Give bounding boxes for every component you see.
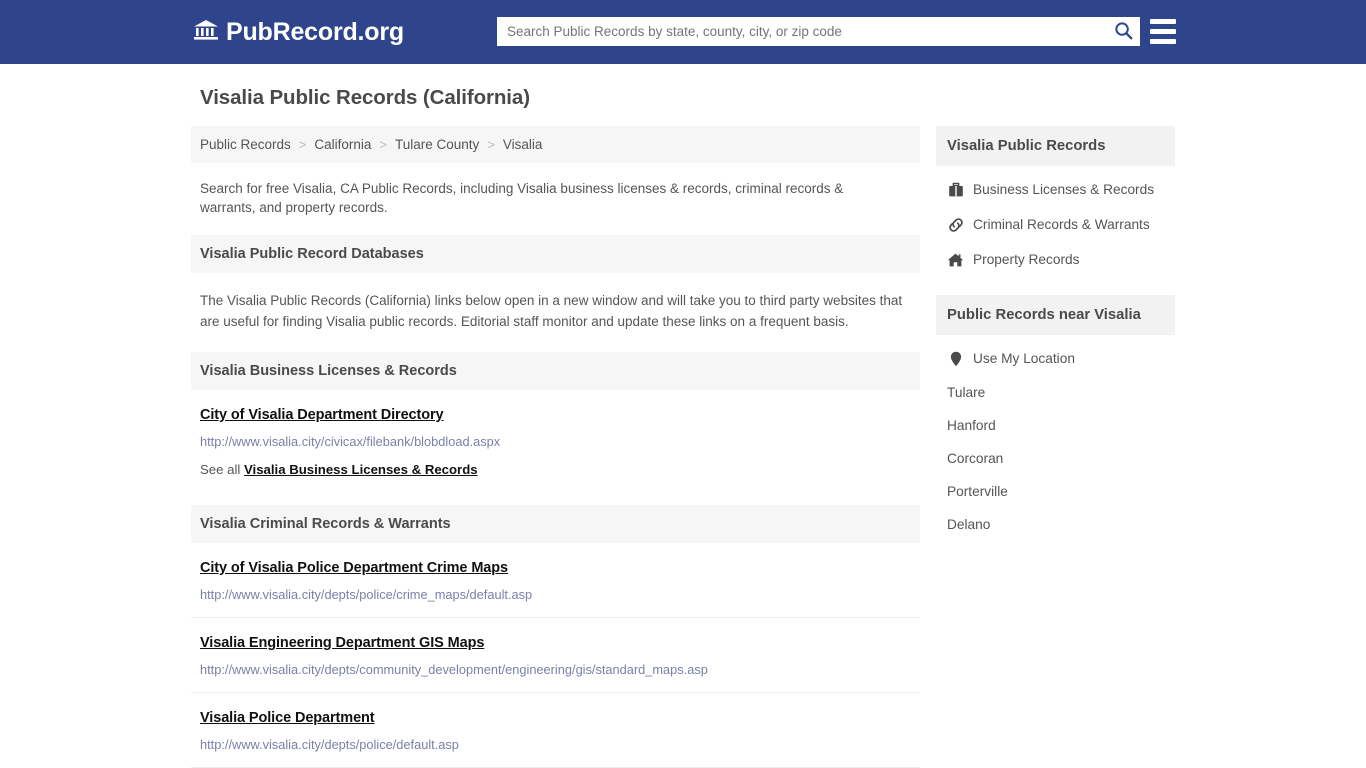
- briefcase-icon: [947, 181, 964, 198]
- search-input[interactable]: [497, 17, 1106, 46]
- sidebar-item-label: Corcoran: [947, 451, 1004, 466]
- breadcrumb-item-public-records[interactable]: Public Records: [200, 137, 291, 152]
- hamburger-menu-icon[interactable]: [1150, 19, 1176, 44]
- sidebar-heading-public-records-near-visalia: Public Records near Visalia: [936, 295, 1175, 335]
- see-all-link[interactable]: Visalia Business Licenses & Records: [244, 462, 478, 477]
- breadcrumb-separator-icon: >: [487, 137, 495, 152]
- search-icon: [1114, 21, 1133, 43]
- map-pin-icon: [947, 350, 964, 367]
- sidebar: Visalia Public Records Business Licenses…: [936, 86, 1175, 541]
- search-submit-button[interactable]: [1106, 17, 1140, 46]
- sidebar-item-corcoran[interactable]: Corcoran: [936, 442, 1175, 475]
- link-entry: Visalia Engineering Department GIS Maps …: [191, 618, 920, 693]
- sidebar-item-label: Business Licenses & Records: [973, 182, 1155, 197]
- sidebar-item-business-licenses[interactable]: Business Licenses & Records: [936, 172, 1175, 207]
- sidebar-item-label: Porterville: [947, 484, 1008, 499]
- entry-title-link[interactable]: City of Visalia Police Department Crime …: [200, 560, 508, 576]
- site-logo-link[interactable]: PubRecord.org: [193, 18, 404, 47]
- sidebar-item-property-records[interactable]: Property Records: [936, 242, 1175, 277]
- breadcrumb-separator-icon: >: [379, 137, 388, 152]
- sidebar-item-label: Property Records: [973, 252, 1080, 267]
- sidebar-records-list: Business Licenses & Records Criminal Rec…: [936, 166, 1175, 277]
- sidebar-nearby-list: Use My Location Tulare Hanford Corcoran …: [936, 335, 1175, 541]
- hamburger-bar: [1150, 19, 1176, 24]
- entry-url: http://www.visalia.city/civicax/filebank…: [200, 434, 501, 449]
- entry-url: http://www.visalia.city/depts/police/def…: [200, 737, 459, 752]
- sidebar-item-criminal-records[interactable]: Criminal Records & Warrants: [936, 207, 1175, 242]
- main-column: Visalia Public Records (California) Publ…: [191, 86, 920, 768]
- sidebar-item-label: Criminal Records & Warrants: [973, 217, 1150, 232]
- site-logo-text: PubRecord.org: [226, 17, 404, 46]
- intro-text: Search for free Visalia, CA Public Recor…: [200, 181, 844, 215]
- search-bar[interactable]: [497, 17, 1140, 46]
- link-entry: City of Visalia Police Department Crime …: [191, 543, 920, 618]
- sidebar-item-label: Delano: [947, 517, 991, 532]
- sidebar-item-tulare[interactable]: Tulare: [936, 376, 1175, 409]
- page-title: Visalia Public Records (California): [200, 86, 530, 109]
- site-header: PubRecord.org: [0, 0, 1366, 64]
- entry-title-link[interactable]: Visalia Engineering Department GIS Maps: [200, 635, 484, 651]
- sidebar-item-hanford[interactable]: Hanford: [936, 409, 1175, 442]
- sidebar-heading-visalia-public-records: Visalia Public Records: [936, 126, 1175, 166]
- sidebar-item-label: Use My Location: [973, 351, 1075, 366]
- breadcrumb-separator-icon: >: [298, 137, 307, 152]
- sidebar-item-use-my-location[interactable]: Use My Location: [936, 341, 1175, 376]
- sidebar-item-delano[interactable]: Delano: [936, 508, 1175, 541]
- entry-url: http://www.visalia.city/depts/community_…: [200, 662, 708, 677]
- sidebar-item-porterville[interactable]: Porterville: [936, 475, 1175, 508]
- see-all-prefix: See all: [200, 462, 241, 477]
- chain-link-icon: [947, 216, 964, 233]
- breadcrumb-item-tulare-county[interactable]: Tulare County: [395, 137, 479, 152]
- page-body: Visalia Public Records (California) Publ…: [0, 64, 1366, 768]
- hamburger-bar: [1150, 29, 1176, 34]
- sidebar-item-label: Hanford: [947, 418, 996, 433]
- link-entry: Visalia Police Department http://www.vis…: [191, 693, 920, 768]
- hamburger-bar: [1150, 39, 1176, 44]
- home-icon: [947, 251, 964, 268]
- entry-url: http://www.visalia.city/depts/police/cri…: [200, 587, 533, 602]
- content-container: Visalia Public Records (California) Publ…: [191, 64, 1175, 768]
- breadcrumb-item-visalia: Visalia: [502, 137, 543, 152]
- bank-building-icon: [193, 18, 219, 47]
- link-entry: City of Visalia Department Directory htt…: [191, 390, 920, 492]
- sidebar-item-label: Tulare: [947, 385, 986, 400]
- entry-title-link[interactable]: City of Visalia Department Directory: [200, 407, 444, 423]
- entry-title-link[interactable]: Visalia Police Department: [200, 710, 375, 726]
- databases-description: The Visalia Public Records (California) …: [200, 293, 903, 329]
- section-heading-criminal-records: Visalia Criminal Records & Warrants: [191, 505, 920, 543]
- section-heading-databases: Visalia Public Record Databases: [191, 235, 920, 273]
- breadcrumb-item-california[interactable]: California: [314, 137, 371, 152]
- see-all-row: See all Visalia Business Licenses & Reco…: [200, 462, 911, 477]
- section-heading-business-licenses: Visalia Business Licenses & Records: [191, 352, 920, 390]
- breadcrumb: Public Records > California > Tulare Cou…: [191, 126, 920, 163]
- sidebar-nearby-block: Public Records near Visalia Use My Locat…: [936, 295, 1175, 541]
